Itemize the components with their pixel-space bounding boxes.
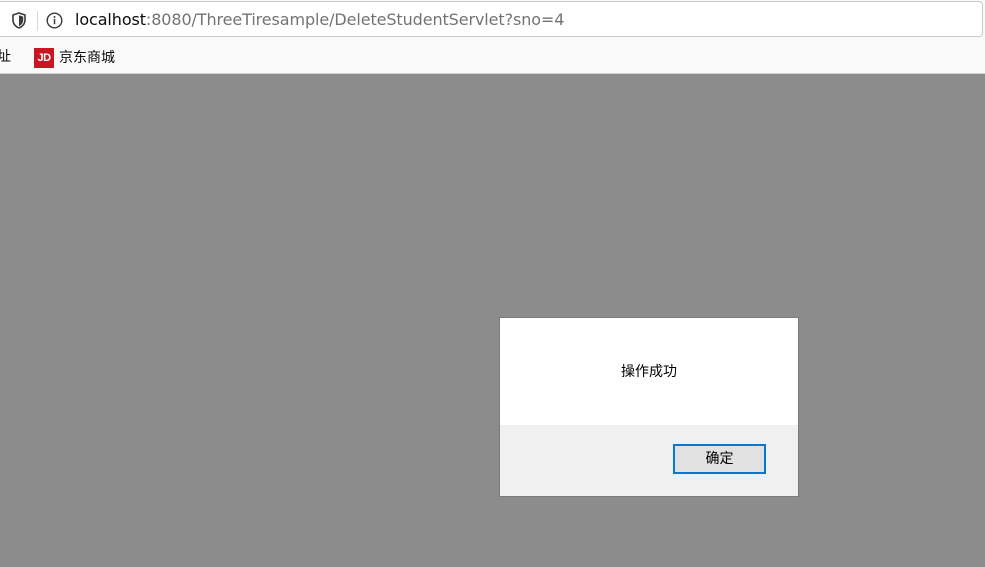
bookmark-item-partial[interactable]: 址 [0, 49, 11, 66]
address-bar-separator [37, 11, 38, 31]
site-info-icon[interactable] [46, 12, 63, 29]
bookmarks-toolbar: 址 JD 京东商城 [0, 41, 985, 74]
url-host: localhost [75, 10, 146, 29]
ok-button[interactable]: 确定 [673, 444, 766, 474]
url-path: :8080/ThreeTiresample/DeleteStudentServl… [145, 10, 565, 29]
navigation-toolbar: localhost:8080/ThreeTiresample/DeleteStu… [0, 0, 985, 41]
dialog-body: 操作成功 [500, 318, 798, 425]
tracking-protection-shield-icon[interactable] [11, 12, 27, 29]
dialog-footer: 确定 [500, 425, 798, 496]
bookmark-item-jd[interactable]: JD 京东商城 [34, 48, 115, 68]
alert-dialog: 操作成功 确定 [499, 317, 799, 497]
dialog-message: 操作成功 [621, 364, 677, 380]
address-bar[interactable]: localhost:8080/ThreeTiresample/DeleteStu… [0, 1, 983, 37]
browser-window: localhost:8080/ThreeTiresample/DeleteStu… [0, 0, 985, 567]
bookmark-label: 京东商城 [59, 49, 115, 66]
jd-logo-icon: JD [34, 48, 54, 68]
url-text[interactable]: localhost:8080/ThreeTiresample/DeleteStu… [75, 10, 564, 30]
